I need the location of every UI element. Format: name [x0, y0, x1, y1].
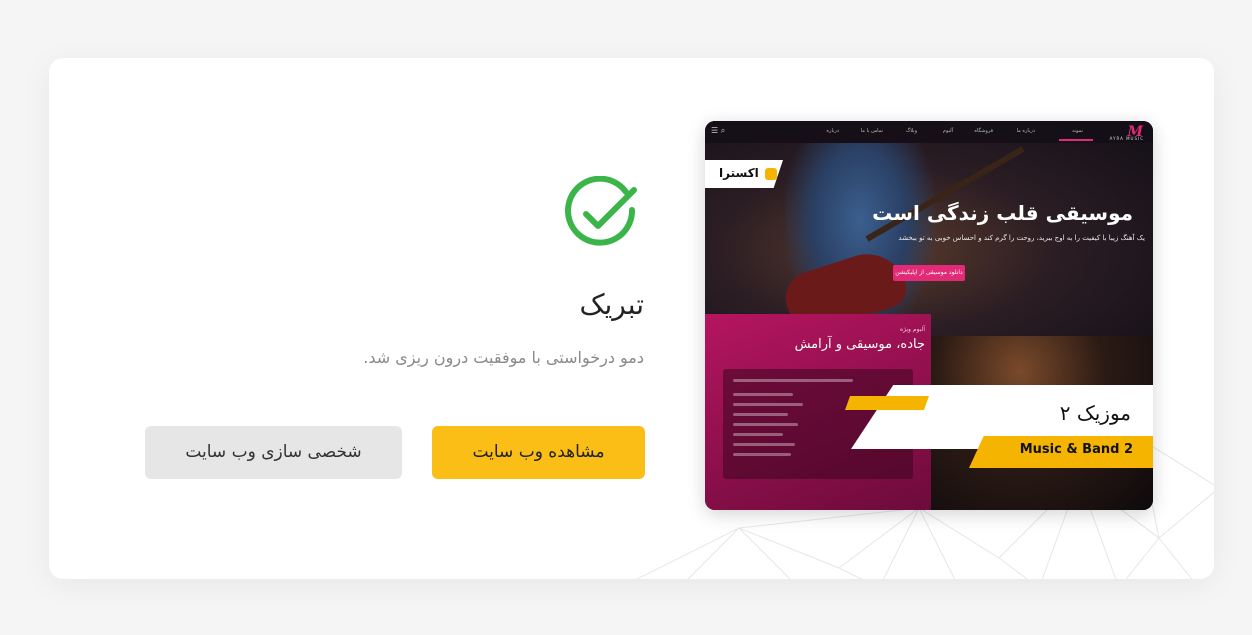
preview-nav-item: وبلاگ [905, 128, 917, 134]
preview-track [733, 393, 793, 396]
preview-nav-icons: ☰ ⌕ [711, 126, 726, 135]
preview-track [733, 423, 798, 426]
import-result-card: M AYRA MUSIC نمونه درباره ما فروشگاه آلب… [49, 58, 1214, 579]
preview-hero-subtitle: یک آهنگ زیبا با کیفیت را به اوج ببرید، ر… [898, 234, 1145, 242]
preview-navbar: M AYRA MUSIC نمونه درباره ما فروشگاه آلب… [705, 121, 1153, 143]
demo-name-en: Music & Band 2 [1019, 442, 1133, 457]
preview-track [733, 403, 803, 406]
demo-name: موزیک ۲ [1059, 401, 1131, 425]
preview-track [733, 413, 788, 416]
preview-hero-title: موسیقی قلب زندگی است [872, 201, 1133, 225]
preview-section-title: جاده، موسیقی و آرامش [794, 337, 925, 352]
preview-nav-item: تماس با ما [860, 128, 883, 134]
check-circle-icon [565, 176, 637, 246]
preview-accent-stripe [845, 396, 929, 410]
preview-nav-item: نمونه [1072, 128, 1083, 134]
preview-track [733, 443, 795, 446]
preview-brand-badge: اکسترا [705, 160, 783, 188]
preview-hero-cta: دانلود موسیقی از اپلیکیشن [893, 265, 965, 281]
preview-progress [733, 379, 853, 382]
success-title: تبریک [579, 288, 644, 321]
preview-brand-badge-text: اکسترا [719, 166, 759, 180]
view-website-button[interactable]: مشاهده وب سایت [432, 426, 645, 479]
preview-section-kicker: آلبوم ویژه [899, 326, 925, 333]
preview-nav-item: آلبوم [942, 128, 953, 134]
brand-logo-icon [765, 168, 777, 180]
success-message: دمو درخواستی با موفقیت درون ریزی شد. [363, 348, 644, 367]
preview-nav-item: فروشگاه [974, 128, 993, 134]
preview-logo-sub: AYRA MUSIC [1109, 136, 1144, 141]
preview-track [733, 433, 783, 436]
preview-nav-item: درباره [826, 128, 839, 134]
preview-nav-item: درباره ما [1016, 128, 1035, 134]
demo-preview-image: M AYRA MUSIC نمونه درباره ما فروشگاه آلب… [705, 121, 1153, 510]
customize-website-button[interactable]: شخصی سازی وب سایت [145, 426, 402, 479]
preview-track [733, 453, 791, 456]
